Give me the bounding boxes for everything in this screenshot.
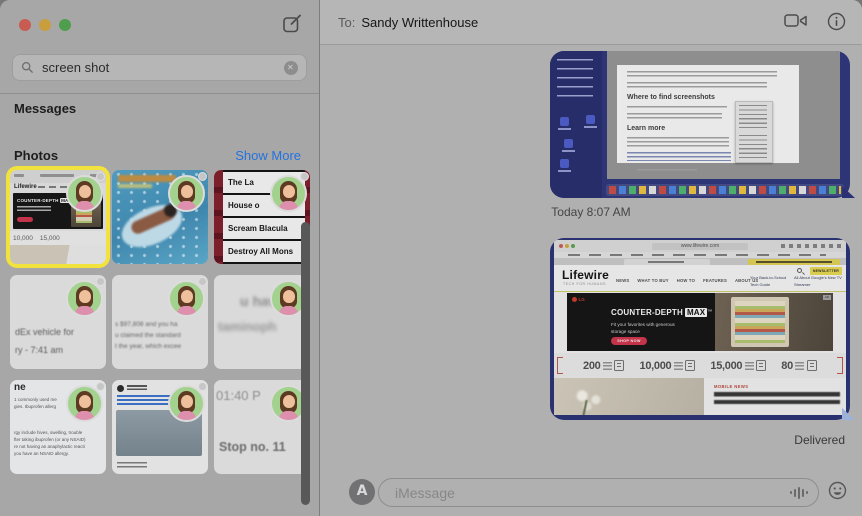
video-call-icon[interactable] [784,12,808,35]
lifewire-logo: Lifewire [562,268,609,282]
clear-search-icon[interactable] [284,61,298,75]
memoji-avatar [166,277,208,319]
lg-logo: LG [572,297,585,302]
doc-heading: Learn more [627,125,665,132]
memoji-avatar [166,172,208,214]
doc-heading: Where to find screenshots [627,94,715,101]
memoji-avatar [64,382,106,424]
screenshot-desktop[interactable]: Where to find screenshots Learn more [550,51,850,198]
sidebar: Messages Photos Show More Lifewire COUNT… [0,0,320,516]
composer-bar [320,462,862,516]
emoji-icon[interactable] [828,481,847,500]
fridge-photo [715,293,833,351]
lifewire-header: Lifewire TECH FOR HUMANS NEWS WHAT TO BU… [554,265,846,292]
photo-tile-fedex-text[interactable]: dEx vehicle for ry - 7:41 am [10,275,106,369]
info-icon[interactable] [827,12,846,36]
photo-tile-tax-text[interactable]: s $97,808 and you ha u claimed the stand… [112,275,208,369]
photo-tile-acetaminophen-text[interactable]: u have taminoph [214,275,310,369]
search-input[interactable] [40,59,284,76]
lifewire-tagline: TECH FOR HUMANS [563,282,606,286]
photo-tile-stop-text[interactable]: 01:40 P Stop no. 11 [214,380,310,474]
show-more-link[interactable]: Show More [235,148,301,163]
divider [0,93,319,94]
photo-tile-ibuprofen-text[interactable]: ne 1 commonly used me gies. Ibuprofen al… [10,380,106,474]
active-tab-highlight [748,259,840,265]
search-field[interactable] [12,54,307,81]
minimize-window-button[interactable] [39,19,51,31]
memoji-avatar [64,172,106,214]
mini-lifewire-logo: Lifewire [14,184,37,190]
movie-row: Destroy All Mons [223,241,305,264]
memoji-avatar [268,172,310,214]
sidebar-scrollbar[interactable] [301,222,310,505]
tab-bar [554,258,846,265]
messages-window: Messages Photos Show More Lifewire COUNT… [0,0,862,516]
photo-tile-pool[interactable] [112,170,208,264]
url-field: www.lifewire.com [652,243,748,250]
conversation-panel: To: Sandy Writtenhouse [320,0,862,516]
flower-photo [554,378,704,415]
message-input-field[interactable] [378,478,819,507]
recipient-name: Sandy Writtenhouse [361,15,478,30]
screenshot-lifewire[interactable]: www.lifewire.com Lifewire TECH FOR HUMAN… [550,238,850,420]
messages-section-header: Messages [14,101,76,116]
memoji-avatar [64,277,106,319]
lg-ad-banner: LG COUNTER-DEPTHMAXTM Fit your favorites… [567,293,833,351]
memoji-avatar [166,382,208,424]
date-separator: Today 8:07 AM [320,205,862,219]
message-input[interactable] [393,484,790,502]
headline-placeholder [714,392,840,404]
compose-icon[interactable] [281,13,303,35]
conversation-header: To: Sandy Writtenhouse [320,0,862,45]
tweet-avatar [117,385,124,392]
appstore-icon[interactable] [349,479,375,505]
shop-now-button: SHOP NOW [611,337,647,345]
message-attachment-desktop-screenshot[interactable]: Where to find screenshots Learn more [550,51,850,198]
message-attachment-lifewire-screenshot[interactable]: www.lifewire.com Lifewire TECH FOR HUMAN… [550,238,850,420]
zoom-window-button[interactable] [59,19,71,31]
newsletter-button: NEWSLETTER [810,267,842,275]
audio-waveform-icon[interactable] [790,487,808,499]
photo-tile-movie-list[interactable]: The La House o Scream Blacula Destroy Al… [214,170,310,264]
header-link: All About Google's New TVStreamer [794,274,842,288]
section-label: MOBILE NEWS [714,384,748,389]
header-link: Your Back-to-SchoolTech Guide [750,274,786,288]
movie-row: Scream Blacula [223,218,305,241]
to-label: To: [338,15,355,30]
mini-search-icon [797,268,802,273]
photo-tile-lifewire-selected[interactable]: Lifewire COUNTER-DEPTH MAX 10,00015,000 [10,170,106,264]
close-window-button[interactable] [19,19,31,31]
mini-browser-toolbar: www.lifewire.com [554,240,846,252]
ad-tag: AD [823,295,831,300]
delivery-status: Delivered [794,433,845,447]
photos-section-header: Photos [14,148,58,163]
search-icon [21,61,34,74]
photo-tile-tweet-ocean[interactable] [112,380,208,474]
dock [606,184,844,196]
lifewire-nav: NEWS WHAT TO BUY HOW TO FEATURES ABOUT U… [616,278,758,283]
photo-results-grid: Lifewire COUNTER-DEPTH MAX 10,00015,000 [10,170,310,474]
stats-band: 200 10,000 15,000 80 [554,353,846,378]
context-menu [735,101,773,163]
